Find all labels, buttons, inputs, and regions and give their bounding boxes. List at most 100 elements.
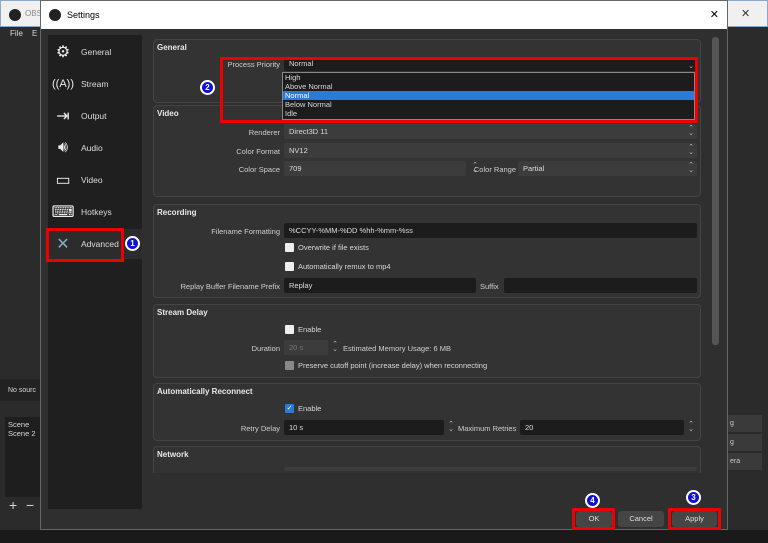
panel-item[interactable]: g	[728, 434, 762, 451]
sidebar-item-label: Hotkeys	[81, 207, 112, 217]
color-format-value: NV12	[289, 146, 308, 155]
speaker-icon: 🔊︎	[57, 139, 69, 156]
color-format-select[interactable]: NV12 ⌃ ⌄	[284, 143, 697, 158]
replay-prefix-label: Replay Buffer Filename Prefix	[180, 282, 281, 291]
filename-formatting-label: Filename Formatting	[211, 227, 280, 236]
suffix-label: Suffix	[480, 282, 499, 291]
sidebar-item-label: Output	[81, 111, 107, 121]
antenna-icon: ((A))	[52, 78, 74, 90]
spin-arrows-icon[interactable]: ⌃ ⌄	[332, 341, 338, 353]
color-format-label: Color Format	[236, 147, 280, 156]
duration-spinbox[interactable]: 20 s ⌃ ⌄	[284, 340, 338, 355]
dialog-titlebar: Settings ✕	[41, 1, 727, 29]
renderer-label: Renderer	[248, 128, 280, 137]
network-group: Network	[153, 446, 701, 473]
spin-arrows-icon[interactable]: ⌃ ⌄	[688, 421, 694, 433]
no-source-text: No sourc	[0, 379, 40, 401]
retry-delay-spinbox[interactable]: 10 s ⌃ ⌄	[284, 420, 454, 435]
group-title: Network	[157, 450, 189, 459]
max-retries-value: 20	[525, 423, 534, 432]
duration-value: 20 s	[289, 343, 304, 352]
checkbox-box[interactable]	[285, 325, 294, 334]
chevron-updown-icon: ⌃ ⌄	[688, 162, 694, 174]
max-retries-spinbox[interactable]: 20 ⌃ ⌄	[520, 420, 694, 435]
checkbox-label: Automatically remux to mp4	[298, 262, 391, 271]
preserve-cutoff-checkbox[interactable]: Preserve cutoff point (increase delay) w…	[285, 361, 487, 370]
stream-delay-enable-checkbox[interactable]: Enable	[285, 325, 321, 334]
highlight-apply	[668, 508, 721, 530]
reconnect-enable-checkbox[interactable]: ✓ Enable	[285, 404, 321, 413]
dialog-title: Settings	[67, 10, 100, 20]
scene-item[interactable]: Scene 2	[8, 429, 37, 438]
retry-delay-label: Retry Delay	[240, 424, 280, 433]
sidebar-item-label: Video	[81, 175, 103, 185]
color-space-label: Color Space	[238, 165, 280, 174]
overwrite-checkbox[interactable]: Overwrite if file exists	[285, 243, 369, 252]
menu-edit[interactable]: E	[32, 29, 37, 38]
duration-label: Duration	[251, 344, 280, 353]
group-title: Stream Delay	[157, 308, 208, 317]
group-title: Video	[157, 109, 179, 118]
sidebar-item-stream[interactable]: ((A)) Stream	[48, 69, 142, 99]
scrollbar[interactable]	[712, 37, 719, 345]
retry-delay-value: 10 s	[289, 423, 304, 432]
group-title: Automatically Reconnect	[157, 387, 253, 396]
sidebar-item-hotkeys[interactable]: ⌨ Hotkeys	[48, 197, 142, 227]
stream-delay-group: Stream Delay Enable Duration 20 s ⌃ ⌄ Esti…	[153, 304, 701, 378]
sidebar-item-general[interactable]: ⚙ General	[48, 37, 142, 67]
checkbox-label: Overwrite if file exists	[298, 243, 369, 252]
sidebar-item-video[interactable]: ▭ Video	[48, 165, 142, 195]
step-badge-4: 4	[585, 493, 600, 508]
replay-prefix-input[interactable]: Replay	[284, 278, 476, 293]
suffix-input[interactable]	[504, 278, 697, 293]
color-range-label: Color Range	[473, 165, 516, 174]
cancel-button[interactable]: Cancel	[618, 511, 664, 527]
color-space-select[interactable]: 709 ⌃ ⌄	[284, 161, 478, 176]
remux-checkbox[interactable]: Automatically remux to mp4	[285, 262, 391, 271]
scene-item[interactable]: Scene	[8, 420, 37, 429]
step-badge-3: 3	[686, 490, 701, 505]
group-title: Recording	[157, 208, 197, 217]
color-range-select[interactable]: Partial ⌃ ⌄	[518, 161, 697, 176]
keyboard-icon: ⌨	[51, 204, 75, 221]
checkbox-box[interactable]	[285, 243, 294, 252]
remove-scene-button[interactable]: −	[26, 497, 34, 513]
spin-arrows-icon[interactable]: ⌃ ⌄	[448, 421, 454, 433]
max-retries-label: Maximum Retries	[458, 424, 517, 433]
network-field[interactable]	[284, 467, 697, 471]
chevron-updown-icon: ⌃ ⌄	[688, 125, 694, 137]
highlight-ok	[572, 508, 615, 530]
recording-group: Recording Filename Formatting %CCYY-%MM-…	[153, 204, 701, 298]
dialog-close-button[interactable]: ✕	[710, 8, 719, 21]
checkbox-box[interactable]	[285, 361, 294, 370]
checkbox-box[interactable]	[285, 262, 294, 271]
color-space-value: 709	[289, 164, 302, 173]
sidebar-item-label: Audio	[81, 143, 103, 153]
gear-icon: ⚙	[55, 44, 71, 61]
step-badge-1: 1	[125, 236, 140, 251]
sidebar-item-label: General	[81, 47, 112, 57]
checkbox-label: Enable	[298, 325, 322, 334]
panel-item[interactable]: g	[728, 415, 762, 432]
obs-close-button[interactable]: ✕	[741, 7, 750, 20]
step-badge-2: 2	[200, 80, 215, 95]
sidebar-item-audio[interactable]: 🔊︎ Audio	[48, 133, 142, 163]
chevron-updown-icon: ⌃ ⌄	[688, 144, 694, 156]
renderer-value: Direct3D 11	[289, 127, 329, 136]
highlight-advanced	[46, 228, 124, 262]
checkmark-icon[interactable]: ✓	[285, 404, 294, 413]
add-scene-button[interactable]: +	[9, 497, 17, 513]
color-range-value: Partial	[523, 164, 545, 173]
checkbox-label: Preserve cutoff point (increase delay) w…	[298, 361, 488, 370]
checkbox-label: Enable	[298, 404, 322, 413]
highlight-process-priority	[220, 57, 698, 123]
menu-file[interactable]: File	[10, 29, 23, 38]
filename-formatting-input[interactable]: %CCYY-%MM-%DD %hh-%mm-%ss	[284, 223, 697, 238]
sidebar-item-label: Stream	[81, 79, 109, 89]
panel-item[interactable]: era	[728, 453, 762, 470]
reconnect-group: Automatically Reconnect ✓ Enable Retry De…	[153, 383, 701, 441]
sidebar-item-output[interactable]: ⇥ Output	[48, 101, 142, 131]
scene-list[interactable]: Scene Scene 2	[5, 417, 40, 497]
renderer-select[interactable]: Direct3D 11 ⌃ ⌄	[284, 124, 697, 139]
settings-sidebar: ⚙ General ((A)) Stream ⇥ Output 🔊︎ Audio ▭ Vi…	[48, 35, 142, 509]
